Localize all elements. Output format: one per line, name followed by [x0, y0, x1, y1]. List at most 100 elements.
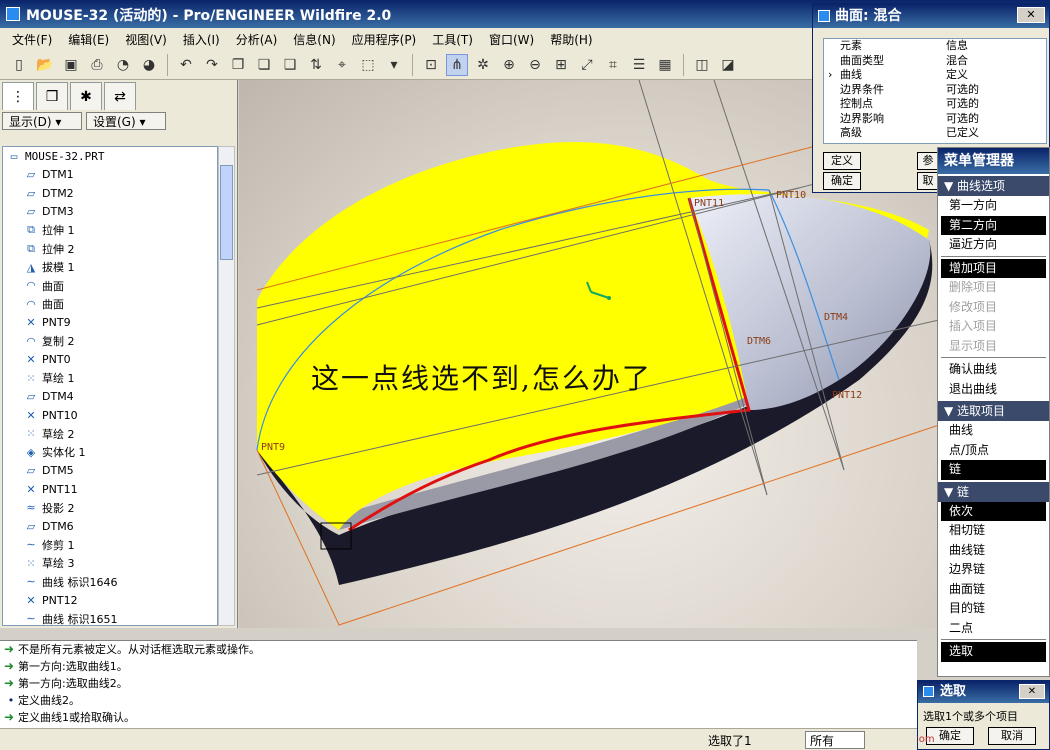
menu-file[interactable]: 文件(F) [4, 31, 60, 48]
tree-item[interactable]: ▱ DTM4 [3, 388, 217, 407]
menu-item[interactable]: 点/顶点 [941, 441, 1046, 461]
send-link-icon[interactable]: ◕ [138, 54, 160, 76]
redo-icon[interactable]: ↷ [201, 54, 223, 76]
tree-item[interactable]: ◈ 实体化 1 [3, 443, 217, 462]
tree-scrollbar-thumb[interactable] [220, 165, 233, 260]
orient-icon[interactable]: ✲ [472, 54, 494, 76]
menu-insert[interactable]: 插入(I) [175, 31, 228, 48]
menu-edit[interactable]: 编辑(E) [60, 31, 117, 48]
layers-icon[interactable]: ☰ [628, 54, 650, 76]
tree-item[interactable]: ◠ 曲面 [3, 295, 217, 314]
tree-item[interactable]: ✕ PNT12 [3, 591, 217, 610]
spin-center-icon[interactable]: ⋔ [446, 53, 468, 76]
element-row[interactable]: 曲面类型 混合 [824, 54, 1046, 69]
element-row[interactable]: 高级 已定义 [824, 126, 1046, 141]
undo-icon[interactable]: ↶ [175, 54, 197, 76]
tree-item[interactable]: ▱ DTM1 [3, 166, 217, 185]
close-icon[interactable]: ✕ [1017, 7, 1045, 23]
menu-applications[interactable]: 应用程序(P) [344, 31, 425, 48]
tree-item[interactable]: ◮ 拔模 1 [3, 258, 217, 277]
element-row[interactable]: 边界影响 可选的 [824, 112, 1046, 127]
tree-item[interactable]: ◠ 曲面 [3, 277, 217, 296]
saved-views-icon[interactable]: ⌗ [602, 54, 624, 76]
ok-button[interactable]: 确定 [823, 172, 861, 190]
tree-item[interactable]: ∼ 曲线 标识1651 [3, 610, 217, 625]
menu-item[interactable]: 边界链 [941, 560, 1046, 580]
dropdown-arrow-icon[interactable]: ▾ [383, 54, 405, 76]
menu-item[interactable]: 曲面链 [941, 580, 1046, 600]
favorites-tab-icon[interactable]: ✱ [70, 82, 102, 110]
menu-item[interactable]: 相切链 [941, 521, 1046, 541]
menu-item[interactable]: 依次 [941, 501, 1046, 521]
tree-root[interactable]: ▭ MOUSE-32.PRT [3, 147, 217, 166]
menu-view[interactable]: 视图(V) [117, 31, 175, 48]
tree-item[interactable]: ◠ 复制 2 [3, 332, 217, 351]
element-row[interactable]: 控制点 可选的 [824, 97, 1046, 112]
menu-section-header[interactable]: ▼ 链 [938, 481, 1049, 502]
paste-icon[interactable]: ❏ [253, 54, 275, 76]
tree-item[interactable]: ▱ DTM5 [3, 462, 217, 481]
tree-item[interactable]: ✕ PNT0 [3, 351, 217, 370]
define-button[interactable]: 定义 [823, 152, 861, 170]
folder-browser-tab-icon[interactable]: ❒ [36, 82, 68, 110]
reorient-icon[interactable]: ⤢ [576, 54, 598, 76]
tree-item[interactable]: ≈ 投影 2 [3, 499, 217, 518]
menu-item[interactable]: 逼近方向 [941, 235, 1046, 255]
ref-button[interactable]: 参 [917, 152, 939, 170]
menu-section-header[interactable]: ▼ 选取项目 [938, 401, 1049, 421]
menu-item[interactable]: 选取 [941, 642, 1046, 662]
new-file-icon[interactable]: ▯ [8, 54, 30, 76]
tree-item[interactable]: ▱ DTM6 [3, 517, 217, 536]
tree-item[interactable]: ⧉ 拉伸 2 [3, 240, 217, 259]
menu-analysis[interactable]: 分析(A) [228, 31, 286, 48]
tree-item[interactable]: ⁙ 草绘 3 [3, 554, 217, 573]
save-icon[interactable]: ▣ [60, 54, 82, 76]
menu-item[interactable]: 第一方向 [941, 196, 1046, 216]
tree-item[interactable]: ⁙ 草绘 1 [3, 369, 217, 388]
menu-item[interactable]: 确认曲线 [941, 360, 1046, 380]
tree-item[interactable]: ▱ DTM3 [3, 203, 217, 222]
print-icon[interactable]: ⎙ [86, 54, 108, 76]
model-tree-tab-icon[interactable]: ⋮ [2, 82, 34, 110]
zoom-out-icon[interactable]: ⊖ [524, 54, 546, 76]
view-manager-icon[interactable]: ▦ [654, 54, 676, 76]
selection-filter[interactable]: 所有 [805, 731, 865, 749]
zoom-in-icon[interactable]: ⊕ [498, 54, 520, 76]
wireframe-icon[interactable]: ◫ [691, 54, 713, 76]
selection-box-icon[interactable]: ⬚ [357, 54, 379, 76]
menu-item[interactable]: 曲线 [941, 421, 1046, 441]
element-row[interactable]: 边界条件 可选的 [824, 83, 1046, 98]
menu-item[interactable]: 二点 [941, 619, 1046, 639]
menu-item[interactable]: 曲线链 [941, 541, 1046, 561]
hidden-line-icon[interactable]: ◪ [717, 54, 739, 76]
menu-window[interactable]: 窗口(W) [481, 31, 542, 48]
refit-icon[interactable]: ⊡ [420, 54, 442, 76]
zoom-fit-icon[interactable]: ⊞ [550, 54, 572, 76]
menu-info[interactable]: 信息(N) [285, 31, 343, 48]
element-row[interactable]: › 曲线 定义 [824, 68, 1046, 83]
menu-item[interactable]: 增加项目 [941, 258, 1046, 278]
tree-item[interactable]: ✕ PNT9 [3, 314, 217, 333]
menu-item[interactable]: 第二方向 [941, 215, 1046, 235]
settings-button[interactable]: 设置(G) ▾ [86, 112, 166, 130]
cancel-button[interactable]: 取 [917, 172, 939, 190]
menu-item[interactable]: 目的链 [941, 599, 1046, 619]
tree-item[interactable]: ✕ PNT10 [3, 406, 217, 425]
tree-item[interactable]: ⧉ 拉伸 1 [3, 221, 217, 240]
menu-item[interactable]: 退出曲线 [941, 380, 1046, 400]
tree-item[interactable]: ∼ 修剪 1 [3, 536, 217, 555]
find-icon[interactable]: ⌖ [331, 54, 353, 76]
tree-item[interactable]: ✕ PNT11 [3, 480, 217, 499]
menu-section-header[interactable]: ▼ 曲线选项 [938, 176, 1049, 196]
menu-help[interactable]: 帮助(H) [542, 31, 600, 48]
paste-special-icon[interactable]: ❑ [279, 54, 301, 76]
connections-tab-icon[interactable]: ⇄ [104, 82, 136, 110]
menu-item[interactable]: 链 [941, 460, 1046, 480]
show-button[interactable]: 显示(D) ▾ [2, 112, 82, 130]
open-folder-icon[interactable]: 📂 [34, 54, 56, 76]
tree-item[interactable]: ∼ 曲线 标识1646 [3, 573, 217, 592]
tree-item[interactable]: ▱ DTM2 [3, 184, 217, 203]
send-mail-icon[interactable]: ◔ [112, 54, 134, 76]
tree-scrollbar[interactable] [218, 146, 235, 626]
regenerate-icon[interactable]: ⇅ [305, 54, 327, 76]
